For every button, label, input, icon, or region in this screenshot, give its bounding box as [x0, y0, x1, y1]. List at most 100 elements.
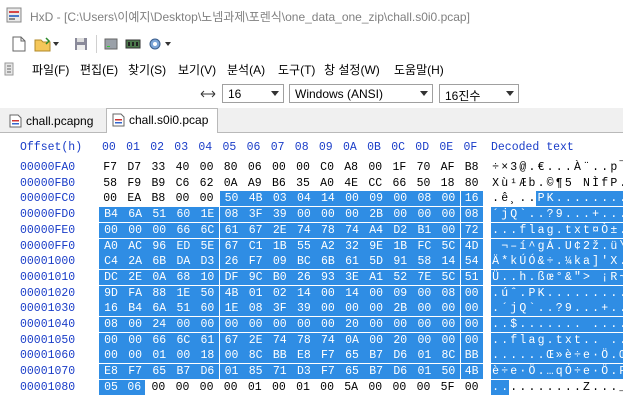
hex-byte[interactable]: 18: [436, 176, 458, 191]
hex-byte[interactable]: 00: [315, 207, 340, 223]
hex-byte[interactable]: 5F: [436, 380, 458, 395]
hex-byte[interactable]: DC: [99, 269, 124, 285]
hex-byte[interactable]: 4B: [460, 364, 483, 380]
decoded-text[interactable]: è÷e·Ö.…qÓ÷e·Ö.PK: [491, 364, 623, 380]
hex-byte[interactable]: 00: [412, 317, 437, 332]
hex-byte[interactable]: F7: [243, 254, 268, 270]
hex-byte[interactable]: B7: [364, 364, 389, 380]
hex-byte[interactable]: 09: [267, 254, 292, 270]
hex-byte[interactable]: 9E: [364, 238, 389, 254]
hex-byte[interactable]: 00: [412, 380, 434, 395]
hex-byte[interactable]: 78: [291, 332, 316, 348]
hex-byte[interactable]: 72: [460, 222, 483, 238]
hex-byte[interactable]: 50: [412, 176, 434, 191]
hex-byte[interactable]: D6: [388, 348, 413, 364]
hex-byte[interactable]: 88: [147, 285, 172, 301]
hex-byte[interactable]: B0: [267, 269, 292, 285]
hex-byte[interactable]: 00: [171, 317, 196, 332]
hex-byte[interactable]: D3: [291, 364, 316, 380]
hex-byte[interactable]: 51: [171, 301, 196, 317]
hex-byte[interactable]: 02: [267, 285, 292, 301]
hex-byte[interactable]: 01: [243, 285, 268, 301]
hex-byte[interactable]: 00: [291, 207, 316, 223]
hex-byte[interactable]: C6: [171, 176, 193, 191]
decoded-text[interactable]: ......Œ»è÷e·Ö.Œ»: [491, 348, 623, 364]
hex-byte[interactable]: 01: [244, 380, 266, 395]
hex-byte[interactable]: 67: [219, 332, 244, 348]
hex-byte[interactable]: C4: [99, 254, 124, 270]
hex-byte[interactable]: 01: [292, 380, 314, 395]
hex-byte[interactable]: 26: [291, 269, 316, 285]
hex-byte[interactable]: B4: [123, 301, 148, 317]
hex-byte[interactable]: 65: [340, 348, 365, 364]
hex-byte[interactable]: 16: [460, 191, 483, 207]
hex-byte[interactable]: 00: [99, 332, 124, 348]
hex-byte[interactable]: 52: [388, 269, 413, 285]
hex-byte[interactable]: 00: [315, 285, 340, 301]
hex-byte[interactable]: 00: [461, 380, 483, 395]
hex-byte[interactable]: 6C: [171, 332, 196, 348]
hex-byte[interactable]: 39: [267, 207, 292, 223]
decoded-text[interactable]: ..........Z..._.: [491, 379, 623, 395]
decoded-text[interactable]: ..flag.txt.. ...: [491, 332, 623, 348]
hex-byte[interactable]: 55: [291, 238, 316, 254]
hex-byte[interactable]: DF: [219, 269, 244, 285]
hex-byte[interactable]: 61: [195, 332, 220, 348]
hex-byte[interactable]: FC: [412, 238, 437, 254]
hex-byte[interactable]: 00: [364, 285, 389, 301]
hex-byte[interactable]: 66: [171, 222, 196, 238]
hex-byte[interactable]: BB: [460, 348, 483, 364]
menu-analysis[interactable]: 분석(A): [227, 61, 265, 78]
hex-byte[interactable]: 96: [147, 238, 172, 254]
hex-byte[interactable]: 00: [195, 191, 217, 206]
hex-byte[interactable]: 08: [460, 207, 483, 223]
hex-byte[interactable]: ED: [171, 238, 196, 254]
hex-byte[interactable]: 1B: [267, 238, 292, 254]
hex-byte[interactable]: B4: [99, 207, 124, 223]
hex-byte[interactable]: 1E: [195, 207, 220, 223]
hex-byte[interactable]: 60: [171, 207, 196, 223]
menu-edit[interactable]: 편집(E): [80, 61, 118, 78]
hex-byte[interactable]: 20: [340, 317, 365, 332]
hex-byte[interactable]: 00: [195, 380, 217, 395]
hex-byte[interactable]: 00: [460, 285, 483, 301]
hex-byte[interactable]: C0: [316, 160, 338, 175]
hex-byte[interactable]: 4B: [243, 191, 268, 207]
hex-byte[interactable]: B7: [171, 364, 196, 380]
hex-byte[interactable]: 18: [195, 348, 220, 364]
hex-byte[interactable]: 51: [460, 269, 483, 285]
hex-byte[interactable]: BB: [267, 348, 292, 364]
hex-byte[interactable]: 66: [147, 332, 172, 348]
bytes-per-row-select[interactable]: 16: [222, 84, 284, 103]
hex-byte[interactable]: B8: [147, 191, 169, 206]
hex-byte[interactable]: A0: [316, 176, 338, 191]
hex-byte[interactable]: A4: [364, 222, 389, 238]
hex-byte[interactable]: 00: [436, 332, 461, 348]
decoded-text[interactable]: Xù¹Æb.©¶5 NÌfP.€: [491, 176, 623, 191]
hex-byte[interactable]: 00: [412, 207, 437, 223]
hex-byte[interactable]: 00: [412, 332, 437, 348]
hex-byte[interactable]: 62: [195, 176, 217, 191]
hex-byte[interactable]: 00: [460, 317, 483, 332]
hex-byte[interactable]: 00: [123, 348, 148, 364]
hex-byte[interactable]: A9: [244, 176, 266, 191]
hex-byte[interactable]: FA: [123, 285, 148, 301]
hex-byte[interactable]: 32: [340, 238, 365, 254]
hex-byte[interactable]: B7: [364, 348, 389, 364]
hex-byte[interactable]: 06: [244, 160, 266, 175]
charset-select[interactable]: Windows (ANSI): [289, 84, 433, 103]
hex-byte[interactable]: 80: [220, 160, 242, 175]
hex-byte[interactable]: 1F: [388, 160, 410, 175]
hex-byte[interactable]: 6B: [315, 254, 340, 270]
hex-byte[interactable]: A1: [364, 269, 389, 285]
hex-byte[interactable]: 1B: [388, 238, 413, 254]
hex-byte[interactable]: 10: [195, 269, 220, 285]
hex-byte[interactable]: 08: [436, 285, 461, 301]
hex-byte[interactable]: 00: [219, 348, 244, 364]
hex-byte[interactable]: 08: [243, 301, 268, 317]
hex-byte[interactable]: 33: [147, 160, 169, 175]
hex-byte[interactable]: D3: [195, 254, 220, 270]
hex-byte[interactable]: F7: [123, 364, 148, 380]
hex-byte[interactable]: F7: [315, 348, 340, 364]
hex-byte[interactable]: 2A: [123, 254, 148, 270]
